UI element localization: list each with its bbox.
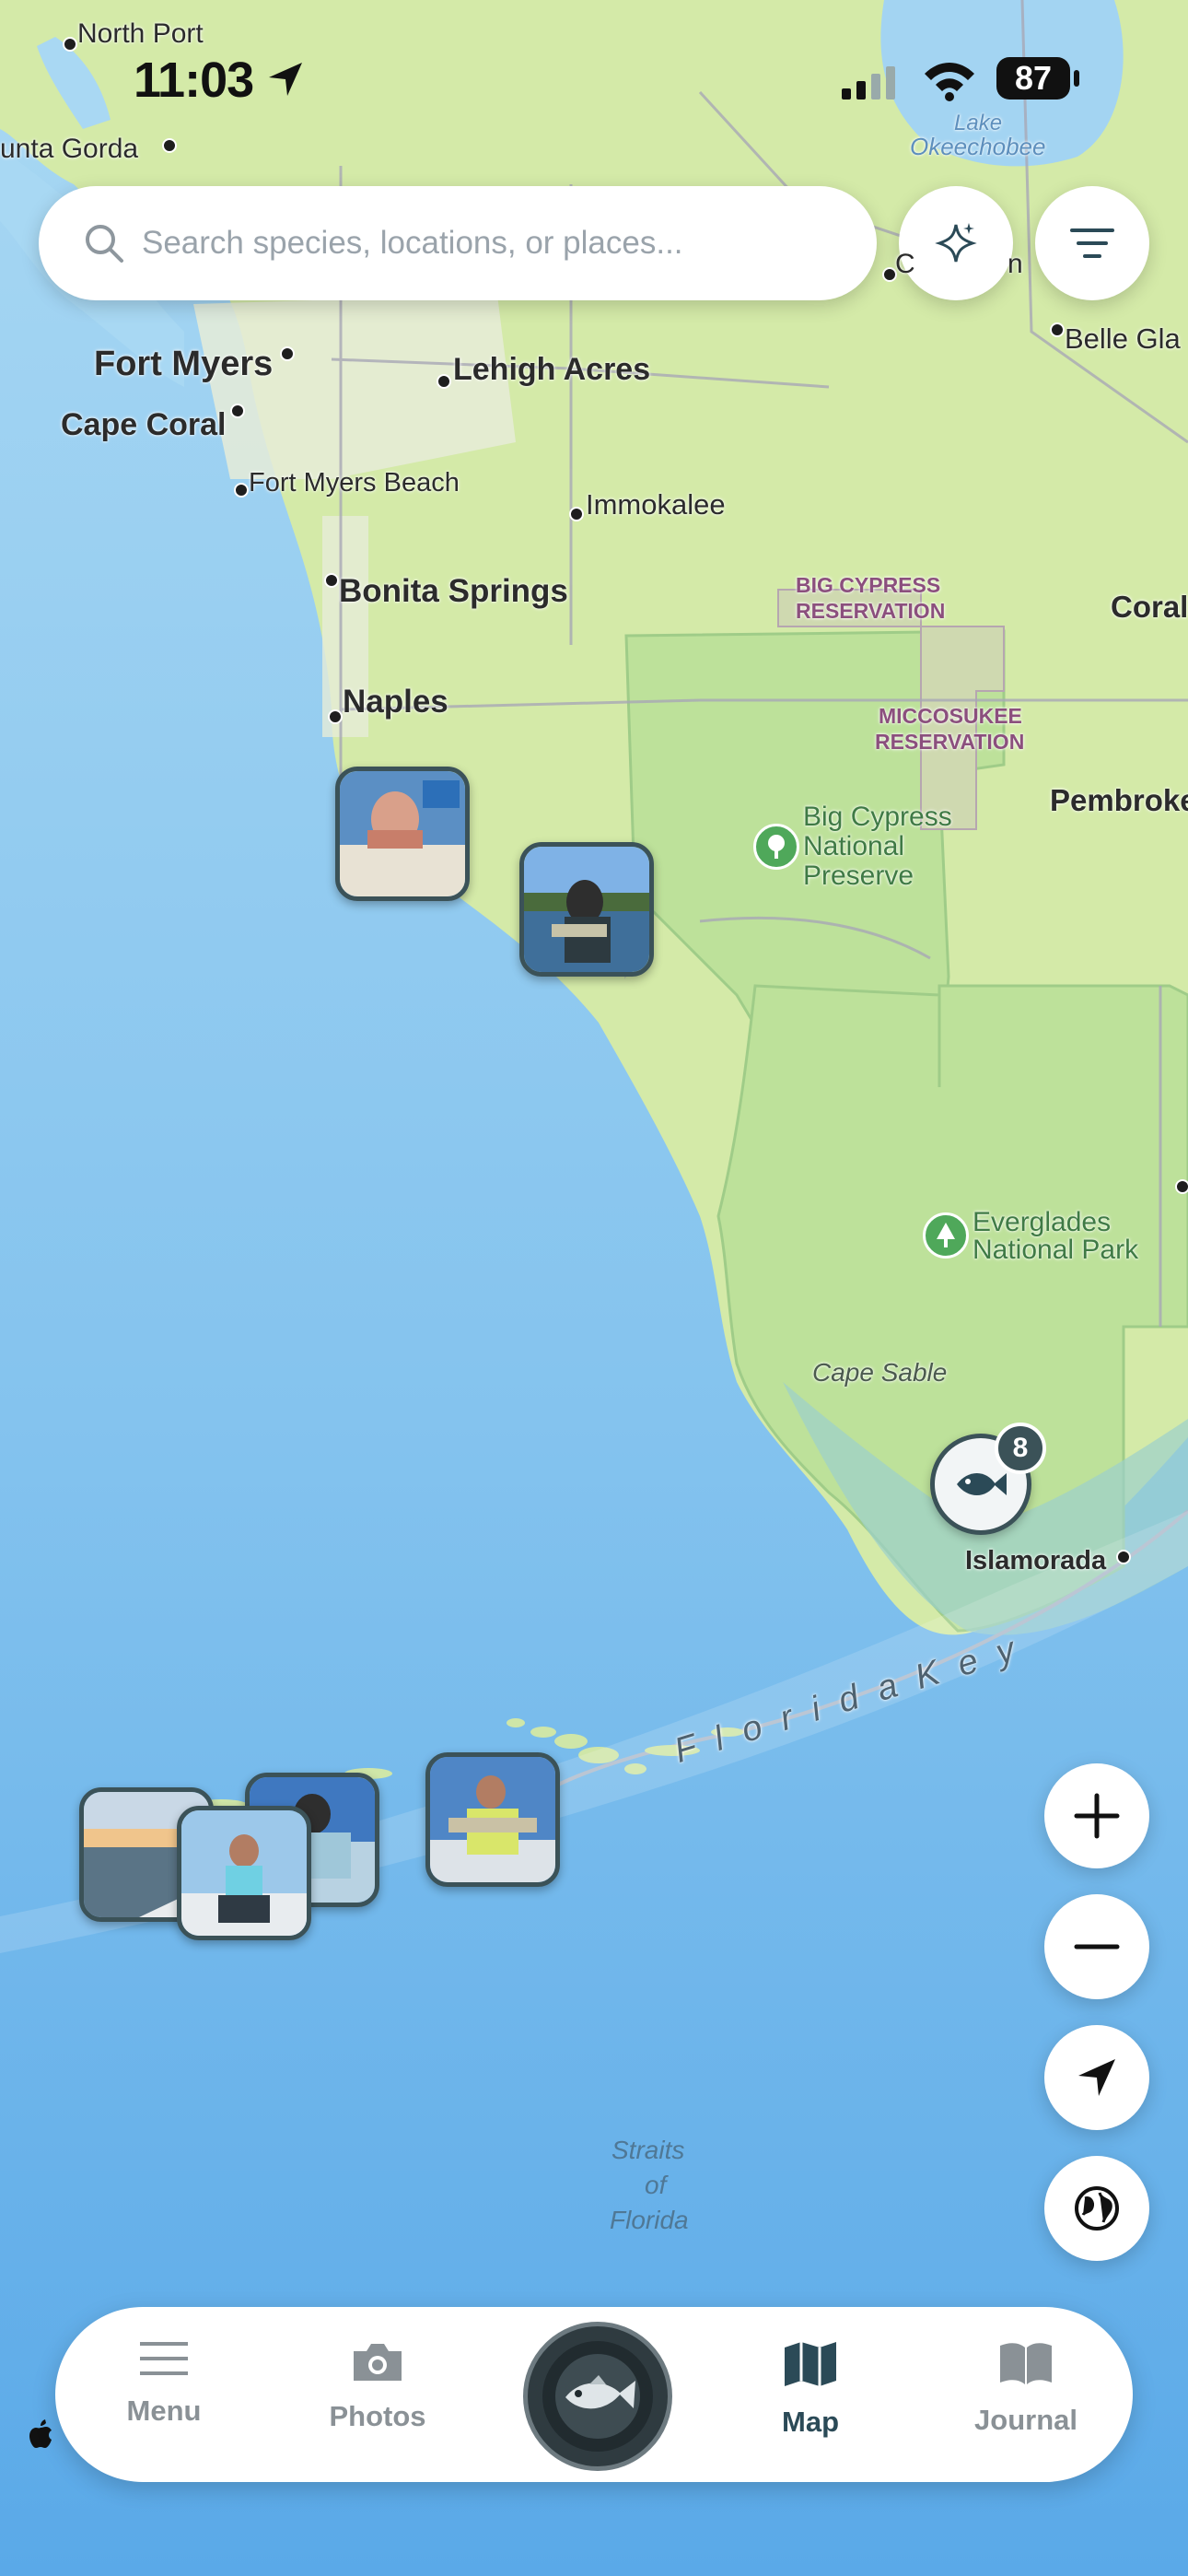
globe-icon (1075, 2186, 1119, 2231)
city-dot (230, 404, 245, 418)
battery-tip (1074, 70, 1079, 87)
place-label: Bonita Springs (339, 573, 568, 609)
zoom-in-button[interactable] (1044, 1763, 1149, 1868)
tab-label: Map (782, 2406, 839, 2438)
city-dot (569, 507, 584, 521)
menu-icon (140, 2342, 188, 2375)
city-dot (324, 573, 339, 588)
place-label: Naples (343, 684, 448, 720)
minus-icon (1074, 1944, 1120, 1950)
tab-label: Photos (329, 2400, 426, 2432)
wifi-icon (925, 63, 974, 101)
catch-photo-marker[interactable] (519, 842, 654, 977)
park-tree-icon (923, 1212, 969, 1259)
park-label: Everglades (973, 1207, 1112, 1237)
sparkle-icon (935, 223, 977, 263)
place-label: Cape Coral (61, 407, 227, 442)
tab-photos[interactable]: Photos (295, 2340, 460, 2460)
reservation-label: BIG CYPRESS (796, 573, 941, 597)
book-icon (1000, 2343, 1052, 2384)
catch-photo-marker[interactable] (177, 1806, 311, 1940)
ai-search-button[interactable] (899, 186, 1013, 300)
capture-catch-button[interactable] (523, 2322, 672, 2471)
tab-label: Menu (126, 2395, 202, 2427)
status-time: 11:03 (134, 53, 254, 108)
city-dot (437, 374, 451, 389)
tab-label: Journal (974, 2404, 1077, 2436)
filter-button[interactable] (1035, 186, 1149, 300)
search-icon (86, 225, 123, 263)
globe-button[interactable] (1044, 2156, 1149, 2261)
locate-button[interactable] (1044, 2025, 1149, 2130)
sea-label: Florida (610, 2206, 689, 2234)
city-dot (1175, 1179, 1188, 1194)
park-tree-icon (753, 824, 799, 870)
camera-icon (354, 2344, 402, 2381)
city-dot (1050, 322, 1065, 337)
location-arrow-icon (269, 63, 302, 96)
place-label: Fort Myers Beach (249, 468, 460, 498)
place-label: Lehigh Acres (453, 352, 651, 387)
city-dot (280, 346, 295, 361)
city-dot (63, 37, 77, 52)
sea-label: Straits (611, 2136, 685, 2164)
catch-photo-marker[interactable] (335, 767, 470, 901)
park-label: National Park (973, 1235, 1139, 1265)
fish-camera-icon (542, 2341, 653, 2452)
cellular-signal-icon (842, 66, 895, 100)
place-label: Coral (1111, 590, 1188, 624)
sea-label: of (645, 2171, 667, 2199)
lake-label: Okeechobee (910, 133, 1046, 160)
place-label: Islamorada (965, 1546, 1107, 1575)
park-label: National (803, 831, 905, 861)
apple-logo-icon (29, 2419, 52, 2448)
reservation-label: MICCOSUKEE (879, 704, 1022, 728)
place-label: unta Gorda (0, 134, 139, 164)
catch-photo-marker[interactable] (425, 1752, 560, 1887)
cluster-count-badge: 8 (995, 1423, 1046, 1474)
reservation-label: RESERVATION (796, 599, 946, 623)
place-label: North Port (77, 18, 204, 49)
place-label: C (895, 249, 915, 279)
search-placeholder: Search species, locations, or places... (142, 225, 683, 261)
place-label: n (1007, 249, 1023, 279)
tab-journal[interactable]: Journal (943, 2340, 1109, 2460)
city-dot (1116, 1550, 1131, 1564)
place-label: Fort Myers (94, 345, 274, 383)
map-icon (785, 2342, 836, 2386)
tab-menu[interactable]: Menu (81, 2340, 247, 2460)
city-dot (234, 483, 249, 498)
battery-level: 87 (996, 57, 1070, 100)
city-dot (162, 138, 177, 153)
search-bar[interactable]: Search species, locations, or places... (39, 186, 877, 300)
plus-icon (1074, 1793, 1120, 1839)
place-label: Immokalee (586, 488, 726, 521)
tab-map[interactable]: Map (728, 2340, 893, 2460)
place-label: Pembroke (1050, 783, 1188, 817)
park-label: Preserve (803, 861, 914, 891)
location-arrow-icon (1078, 2059, 1115, 2096)
filter-icon (1070, 228, 1114, 258)
park-label: Big Cypress (803, 802, 952, 832)
region-label: Cape Sable (812, 1358, 948, 1387)
city-dot (328, 709, 343, 724)
fish-icon (957, 1473, 1007, 1495)
place-label: Belle Gla (1065, 322, 1181, 355)
reservation-label: RESERVATION (875, 730, 1025, 754)
zoom-out-button[interactable] (1044, 1894, 1149, 1999)
